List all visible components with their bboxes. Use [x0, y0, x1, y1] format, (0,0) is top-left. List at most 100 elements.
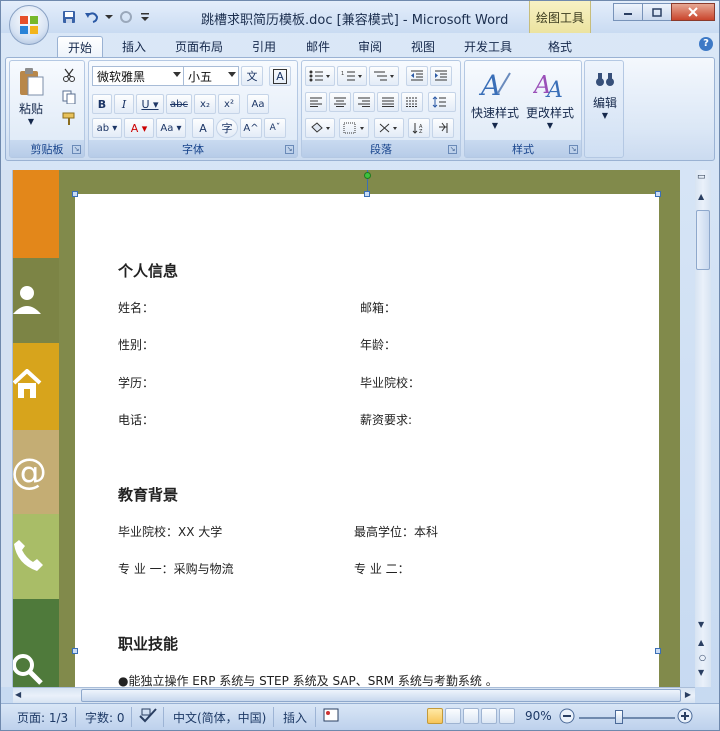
field-email[interactable]: 邮箱： — [360, 299, 396, 316]
undo-icon[interactable] — [82, 8, 102, 26]
horizontal-scrollbar[interactable]: ◀ ▶ — [13, 687, 695, 703]
tab-mailings[interactable]: 邮件 — [295, 36, 341, 57]
document-page[interactable]: 个人信息 姓名： 邮箱： 性别： 年龄： 学历： 毕业院校： 电话： 薪资要求:… — [75, 194, 659, 687]
shrink-font-button[interactable]: Aˇ — [264, 118, 286, 138]
tab-view[interactable]: 视图 — [400, 36, 446, 57]
grow-font-button[interactable]: A^ — [240, 118, 262, 138]
resize-handle-top[interactable] — [364, 191, 370, 197]
zoom-level[interactable]: 90% — [525, 709, 552, 723]
help-icon[interactable]: ? — [699, 37, 713, 51]
change-styles-button[interactable]: AA 更改样式 ▼ — [523, 65, 577, 135]
paragraph-launcher-icon[interactable]: ↘ — [448, 145, 457, 154]
language[interactable]: 中文(简体，中国) — [173, 709, 266, 726]
font-color-button[interactable]: A ▾ — [124, 118, 154, 138]
proofing-icon[interactable] — [139, 707, 157, 726]
ruler-toggle-icon[interactable]: ▭ — [697, 172, 706, 182]
resize-handle-right[interactable] — [655, 648, 661, 654]
zoom-slider-thumb[interactable] — [615, 710, 623, 724]
align-left-button[interactable] — [305, 92, 327, 112]
highlight-button[interactable]: ab ▾ — [92, 118, 122, 138]
field-age[interactable]: 年龄： — [360, 336, 396, 353]
tab-developer[interactable]: 开发工具 — [455, 36, 521, 57]
previous-page-icon[interactable]: ▲ — [698, 638, 704, 647]
align-center-button[interactable] — [329, 92, 351, 112]
copy-button[interactable] — [58, 87, 80, 107]
multilevel-list-button[interactable] — [369, 66, 399, 86]
outline-view-button[interactable] — [481, 708, 497, 724]
tab-review[interactable]: 审阅 — [347, 36, 393, 57]
vertical-scroll-thumb[interactable] — [696, 210, 710, 270]
scroll-up-icon[interactable]: ▲ — [698, 192, 704, 201]
styles-launcher-icon[interactable]: ↘ — [569, 145, 578, 154]
strikethrough-button[interactable]: abc — [166, 94, 192, 114]
field-gender[interactable]: 性别： — [118, 336, 154, 353]
insert-mode[interactable]: 插入 — [283, 709, 307, 726]
vertical-scrollbar[interactable]: ▭ ▲ ▼ ▲ ○ ▼ — [695, 170, 711, 687]
rotate-handle[interactable] — [364, 172, 371, 179]
subscript-button[interactable]: x₂ — [194, 94, 216, 114]
edu-school[interactable]: 毕业院校：XX 大学 — [118, 523, 222, 540]
close-button[interactable] — [671, 3, 715, 21]
full-screen-reading-button[interactable] — [445, 708, 461, 724]
character-border-button[interactable]: A — [269, 66, 291, 86]
macro-record-icon[interactable] — [323, 708, 339, 725]
font-name-select[interactable]: 微软雅黑 — [92, 66, 184, 86]
redo-icon[interactable] — [116, 8, 136, 26]
field-salary[interactable]: 薪资要求: — [360, 411, 412, 428]
draft-view-button[interactable] — [499, 708, 515, 724]
page-count[interactable]: 页面: 1/3 — [17, 709, 68, 726]
skill-line[interactable]: ●能独立操作 ERP 系统与 STEP 系统及 SAP、SRM 系统与考勤系统 … — [118, 672, 498, 687]
customize-toolbar-icon[interactable] — [139, 8, 151, 26]
maximize-button[interactable] — [642, 3, 672, 21]
office-button[interactable] — [9, 5, 49, 45]
field-name[interactable]: 姓名： — [118, 299, 154, 316]
show-marks-button[interactable] — [432, 118, 454, 138]
font-launcher-icon[interactable]: ↘ — [285, 145, 294, 154]
editing-button[interactable]: 编辑 ▼ — [587, 65, 623, 135]
zoom-slider-track[interactable] — [579, 717, 675, 719]
underline-button[interactable]: U ▾ — [136, 94, 164, 114]
change-case-button[interactable]: Aa ▾ — [156, 118, 186, 138]
edu-degree[interactable]: 最高学位：本科 — [354, 523, 438, 540]
font-size-select[interactable]: 小五 — [183, 66, 239, 86]
line-spacing-button[interactable] — [428, 92, 456, 112]
field-school[interactable]: 毕业院校： — [360, 374, 420, 391]
tab-references[interactable]: 引用 — [241, 36, 287, 57]
italic-button[interactable]: I — [114, 94, 134, 114]
print-layout-view-button[interactable] — [427, 708, 443, 724]
tab-format[interactable]: 格式 — [535, 36, 585, 57]
decrease-indent-button[interactable] — [406, 66, 428, 86]
word-count[interactable]: 字数: 0 — [85, 709, 125, 726]
clear-format-button[interactable]: Aa — [247, 94, 269, 114]
borders-button[interactable] — [339, 118, 369, 138]
scroll-right-icon[interactable]: ▶ — [685, 690, 691, 699]
tab-page-layout[interactable]: 页面布局 — [166, 36, 232, 57]
scroll-down-icon[interactable]: ▼ — [698, 620, 704, 629]
shading-button[interactable] — [305, 118, 335, 138]
paste-button[interactable]: 粘贴 ▼ — [14, 65, 48, 131]
clipboard-launcher-icon[interactable]: ↘ — [72, 145, 81, 154]
justify-button[interactable] — [377, 92, 399, 112]
edu-major-one[interactable]: 专 业 一：采购与物流 — [118, 560, 234, 577]
format-painter-button[interactable] — [58, 109, 80, 129]
increase-indent-button[interactable] — [430, 66, 452, 86]
superscript-button[interactable]: x² — [218, 94, 240, 114]
distributed-button[interactable] — [401, 92, 423, 112]
browse-object-icon[interactable]: ○ — [699, 653, 706, 662]
undo-dropdown-icon[interactable] — [105, 8, 113, 26]
minimize-button[interactable] — [613, 3, 643, 21]
vertical-ruler[interactable] — [1, 170, 13, 687]
tab-insert[interactable]: 插入 — [111, 36, 157, 57]
cut-button[interactable] — [58, 65, 80, 85]
quick-styles-button[interactable]: A 快速样式 ▼ — [469, 65, 521, 135]
edu-major-two[interactable]: 专 业 二： — [354, 560, 410, 577]
enclose-char-button[interactable]: 字 — [216, 118, 238, 138]
tab-home[interactable]: 开始 — [57, 36, 103, 57]
bullets-button[interactable] — [305, 66, 335, 86]
zoom-out-button[interactable] — [559, 708, 575, 727]
field-education[interactable]: 学历： — [118, 374, 154, 391]
numbering-button[interactable]: 1 — [337, 66, 367, 86]
next-page-icon[interactable]: ▼ — [698, 668, 704, 677]
resize-handle-left[interactable] — [72, 648, 78, 654]
resize-handle-tr[interactable] — [655, 191, 661, 197]
